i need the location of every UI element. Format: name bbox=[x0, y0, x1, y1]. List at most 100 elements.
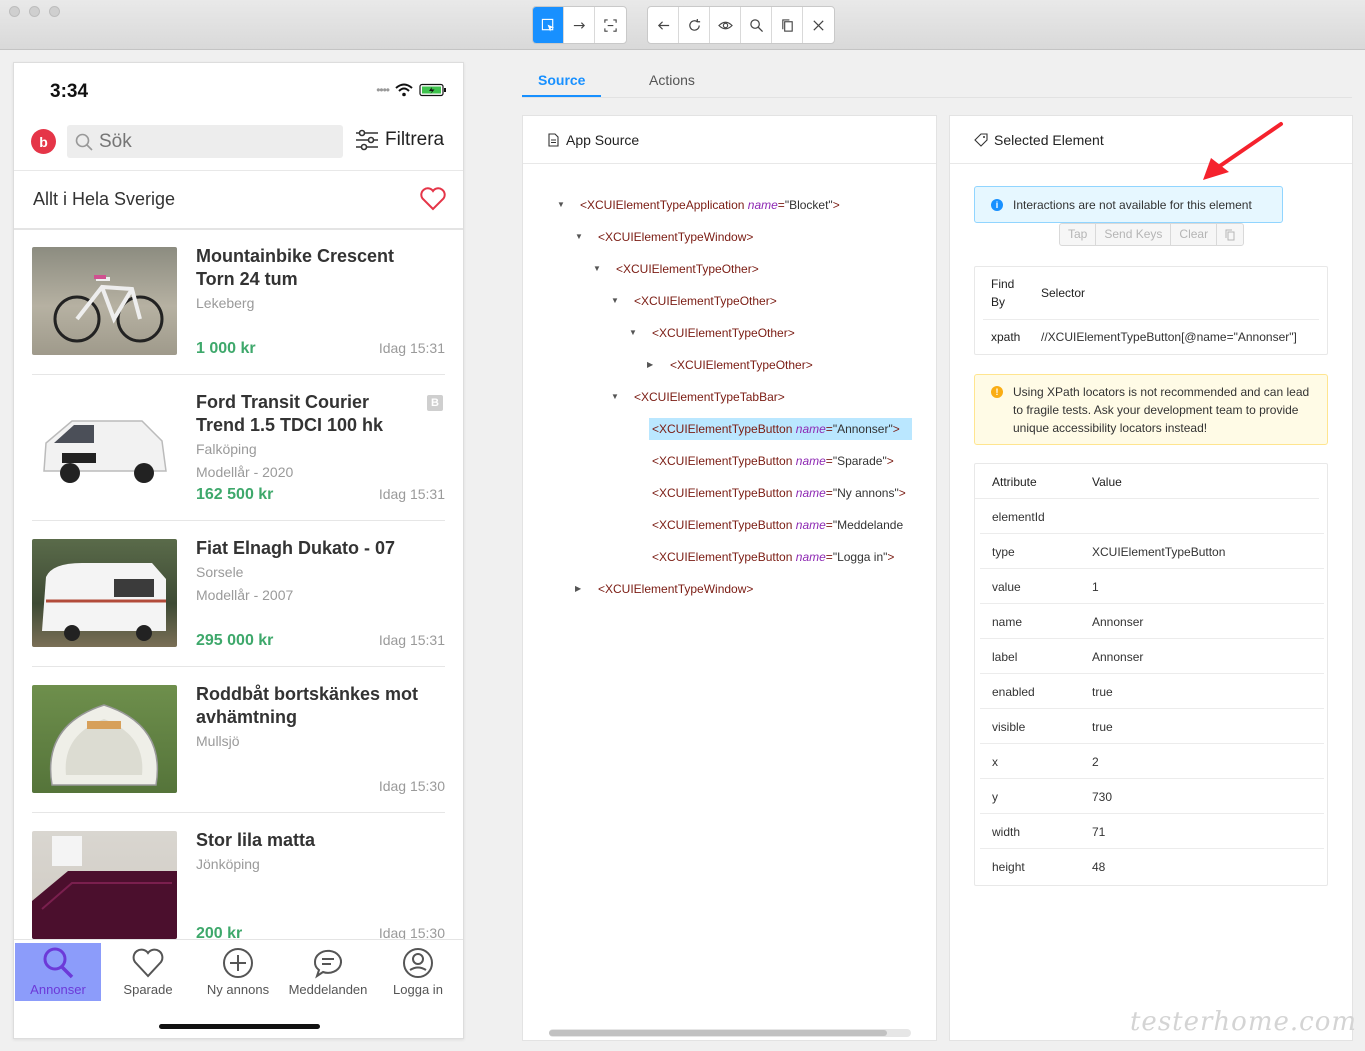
horizontal-scrollbar[interactable] bbox=[549, 1029, 911, 1037]
tab-meddelanden[interactable]: Meddelanden bbox=[285, 943, 371, 1001]
window-titlebar bbox=[0, 0, 1365, 50]
node-attr-value: "Blocket" bbox=[784, 198, 833, 212]
listing-location: Sorsele bbox=[196, 564, 244, 580]
listing-item[interactable]: Fiat Elnagh Dukato - 07 Sorsele Modellår… bbox=[32, 521, 445, 667]
region-row[interactable]: Allt i Hela Sverige bbox=[14, 170, 463, 230]
source-tree-node[interactable]: <XCUIElementTypeWindow> bbox=[595, 578, 756, 600]
expand-caret-icon[interactable]: ▼ bbox=[611, 290, 619, 312]
source-tree-node[interactable]: <XCUIElementTypeOther> bbox=[667, 354, 816, 376]
refresh-button[interactable] bbox=[679, 7, 710, 43]
node-tag: <XCUIElementTypeButton bbox=[652, 550, 793, 564]
quit-session-button[interactable] bbox=[803, 7, 834, 43]
attribute-name: elementId bbox=[992, 510, 1045, 524]
tap-button[interactable]: Tap bbox=[1060, 224, 1097, 245]
attribute-value[interactable]: true bbox=[1092, 685, 1113, 699]
expand-caret-icon[interactable]: ▶ bbox=[647, 354, 653, 376]
tab-sparade[interactable]: Sparade bbox=[105, 943, 191, 1001]
show-hide-icon bbox=[717, 21, 733, 29]
attribute-value[interactable]: Annonser bbox=[1092, 615, 1143, 629]
source-tree-node[interactable]: <XCUIElementTypeOther> bbox=[649, 322, 798, 344]
expand-caret-icon[interactable]: ▶ bbox=[575, 578, 581, 600]
show-hide-button[interactable] bbox=[710, 7, 741, 43]
expand-caret-icon[interactable]: ▼ bbox=[611, 386, 619, 408]
attribute-value[interactable]: 1 bbox=[1092, 580, 1099, 594]
expand-caret-icon[interactable]: ▼ bbox=[593, 258, 601, 280]
node-attr-value: "Annonser" bbox=[832, 422, 893, 436]
send-keys-button[interactable]: Send Keys bbox=[1096, 224, 1172, 245]
attribute-value[interactable]: 71 bbox=[1092, 825, 1105, 839]
back-button[interactable] bbox=[648, 7, 679, 43]
attribute-name: width bbox=[992, 825, 1021, 839]
search-elements-button[interactable] bbox=[741, 7, 772, 43]
tab-source[interactable]: Source bbox=[538, 72, 585, 88]
selector-table: Find By Selector xpath //XCUIElementType… bbox=[974, 266, 1328, 355]
source-tree-node[interactable]: <XCUIElementTypeOther> bbox=[613, 258, 762, 280]
search-field[interactable] bbox=[67, 125, 343, 158]
tap-coordinates-button[interactable] bbox=[595, 7, 626, 43]
listing-item[interactable]: Stor lila matta Jönköping 200 kr Idag 15… bbox=[32, 813, 445, 959]
listing-item[interactable]: B Ford Transit Courier Trend 1.5 TDCI 10… bbox=[32, 375, 445, 521]
tab-annonser[interactable]: Annonser bbox=[15, 943, 101, 1001]
source-tree-node[interactable]: <XCUIElementTypeButton name="Annonser"> bbox=[649, 418, 912, 440]
attribute-value[interactable]: 48 bbox=[1092, 860, 1105, 874]
clear-button[interactable]: Clear bbox=[1171, 224, 1218, 245]
filter-button[interactable]: Filtrera bbox=[355, 129, 444, 151]
attribute-row: name Annonser bbox=[980, 604, 1324, 639]
expand-caret-icon[interactable]: ▼ bbox=[557, 194, 565, 216]
attribute-row: height 48 bbox=[980, 849, 1324, 884]
listing-item[interactable]: Mountainbike Crescent Torn 24 tum Lekebe… bbox=[32, 229, 445, 375]
attribute-value[interactable]: 2 bbox=[1092, 755, 1099, 769]
value-header: Value bbox=[1092, 475, 1122, 489]
tab-logga-in[interactable]: Logga in bbox=[375, 943, 461, 1001]
warning-icon: ! bbox=[991, 386, 1003, 398]
source-tree-node[interactable]: <XCUIElementTypeButton name="Meddelande bbox=[649, 514, 906, 536]
node-attr-value: "Ny annons" bbox=[832, 486, 899, 500]
source-tree-node[interactable]: <XCUIElementTypeOther> bbox=[631, 290, 780, 312]
search-icon bbox=[43, 947, 74, 979]
tab-actions[interactable]: Actions bbox=[649, 72, 695, 88]
node-tag: <XCUIElementTypeOther> bbox=[634, 294, 777, 308]
tab-bar: Annonser Sparade Ny annons Meddelanden L… bbox=[14, 939, 463, 1038]
attribute-value[interactable]: 730 bbox=[1092, 790, 1112, 804]
listing-title: Roddbåt bortskänkes mot avhämtning bbox=[196, 684, 419, 727]
find-by-header: Find By bbox=[991, 277, 1015, 309]
tab-ny-annons[interactable]: Ny annons bbox=[195, 943, 281, 1001]
close-window-icon[interactable] bbox=[9, 6, 20, 17]
node-tag: <XCUIElementTypeOther> bbox=[670, 358, 813, 372]
status-time: 3:34 bbox=[50, 81, 89, 102]
device-screenshot[interactable]: 3:34 •••• b Filtrera Allt i Hela Sverige… bbox=[13, 62, 464, 1039]
selector-cell[interactable]: //XCUIElementTypeButton[@name="Annonser"… bbox=[1041, 328, 1297, 346]
annotation-arrow bbox=[1203, 122, 1283, 180]
source-tree-node[interactable]: <XCUIElementTypeApplication name="Blocke… bbox=[577, 194, 843, 216]
swipe-button[interactable] bbox=[564, 7, 595, 43]
info-icon: i bbox=[991, 198, 1003, 211]
source-tree-node[interactable]: <XCUIElementTypeButton name="Logga in"> bbox=[649, 546, 897, 568]
source-tree-node[interactable]: <XCUIElementTypeWindow> bbox=[595, 226, 756, 248]
source-tree-node[interactable]: <XCUIElementTypeButton name="Sparade"> bbox=[649, 450, 897, 472]
scrollbar-thumb[interactable] bbox=[549, 1030, 887, 1036]
expand-caret-icon[interactable]: ▼ bbox=[575, 226, 583, 248]
source-tree-node[interactable]: <XCUIElementTypeButton name="Ny annons"> bbox=[649, 482, 909, 504]
tab-label: Logga in bbox=[393, 982, 443, 997]
select-element-button[interactable] bbox=[533, 7, 564, 43]
minimize-window-icon[interactable] bbox=[29, 6, 40, 17]
attribute-row: type XCUIElementTypeButton bbox=[980, 534, 1324, 569]
save-search-button[interactable] bbox=[419, 187, 447, 216]
listing-location: Jönköping bbox=[196, 856, 260, 872]
attribute-value[interactable]: Annonser bbox=[1092, 650, 1143, 664]
zoom-window-icon[interactable] bbox=[49, 6, 60, 17]
node-tag: <XCUIElementTypeWindow> bbox=[598, 230, 754, 244]
back-icon bbox=[657, 20, 669, 30]
attribute-value[interactable]: XCUIElementTypeButton bbox=[1092, 545, 1225, 559]
expand-caret-icon[interactable]: ▼ bbox=[629, 322, 637, 344]
copy-attributes-button[interactable] bbox=[1217, 224, 1243, 245]
info-text: Interactions are not available for this … bbox=[1013, 197, 1252, 212]
node-tag: <XCUIElementTypeButton bbox=[652, 518, 793, 532]
listing-item[interactable]: Roddbåt bortskänkes mot avhämtning Mulls… bbox=[32, 667, 445, 813]
node-attr-name: name bbox=[795, 454, 826, 468]
attribute-value[interactable]: true bbox=[1092, 720, 1113, 734]
search-icon bbox=[749, 18, 763, 32]
copy-xml-button[interactable] bbox=[772, 7, 803, 43]
source-tree-node[interactable]: <XCUIElementTypeTabBar> bbox=[631, 386, 788, 408]
search-input[interactable] bbox=[99, 130, 319, 153]
